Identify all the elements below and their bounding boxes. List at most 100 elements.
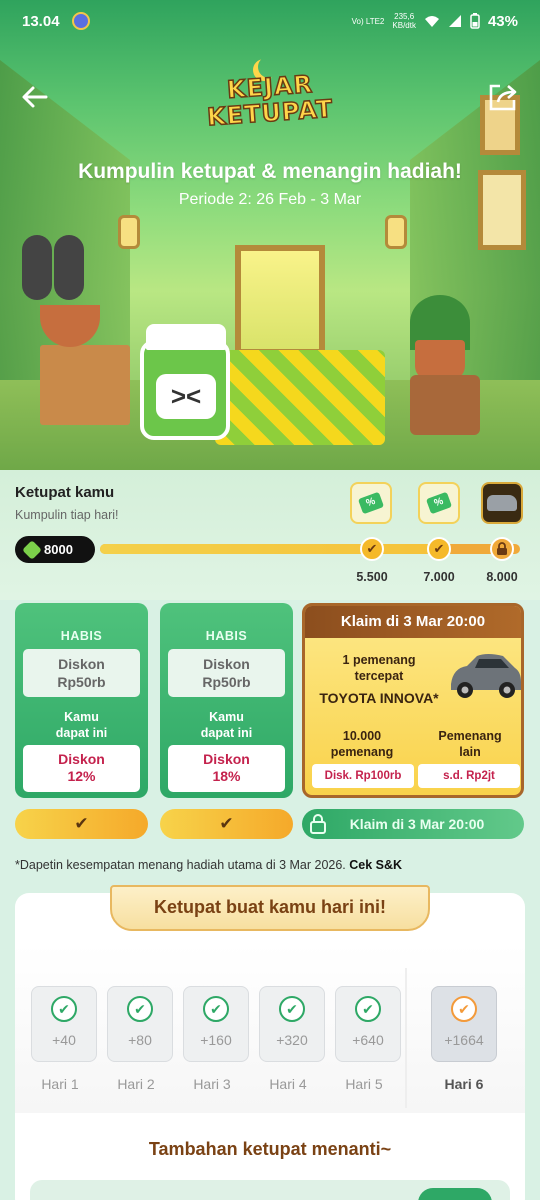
reward-card-1: HABIS Diskon Rp50rb Kamu dapat ini Disko…: [15, 603, 148, 798]
battery-percent: 43%: [487, 12, 518, 30]
ketupat-progress: Ketupat kamu Kumpulin tiap hari! % % 800…: [0, 470, 540, 600]
share-button[interactable]: [486, 80, 522, 116]
check-icon: ✔: [127, 996, 153, 1022]
ticket-original: Diskon Rp50rb: [168, 649, 285, 697]
grand-header: Klaim di 3 Mar 20:00: [305, 606, 521, 638]
status-bar: 13.04 Vo) LTE2 235,6 KB/dtk 43%: [0, 0, 540, 42]
ketupat-count: 8000: [15, 536, 95, 563]
logo-line2: KETUPAT: [205, 94, 334, 132]
kejar-ketupat-logo: KEJAR KETUPAT: [205, 62, 334, 138]
progress-subtitle: Kumpulin tiap hari!: [15, 508, 119, 522]
check-icon: ✔: [203, 996, 229, 1022]
claim-button-label: Klaim di 3 Mar 20:00: [349, 816, 485, 832]
pan-icon: [54, 235, 84, 300]
day-card-1[interactable]: ✔ +40: [31, 986, 97, 1062]
lock-icon: [490, 537, 514, 561]
reward-car-8000[interactable]: [481, 482, 523, 524]
group2-prize: s.d. Rp2jt: [418, 764, 520, 788]
ticket-original-text: Diskon Rp50rb: [202, 656, 251, 690]
day-label-1: Hari 1: [41, 1076, 79, 1092]
milestone-label-3: 8.000: [486, 570, 518, 584]
group1-title: 10.000 pemenang: [330, 729, 394, 759]
day-card-3[interactable]: ✔ +160: [183, 986, 249, 1062]
back-button[interactable]: [18, 80, 54, 116]
claimed-button-2[interactable]: ✔: [160, 809, 293, 839]
group1-prize: Disk. Rp100rb: [312, 764, 414, 788]
day-label-4: Hari 4: [269, 1076, 307, 1092]
claim-locked-button[interactable]: Klaim di 3 Mar 20:00: [302, 809, 524, 839]
day-points: +40: [52, 1032, 76, 1048]
you-got-label: Kamu dapat ini: [200, 710, 253, 740]
lantern-icon: [385, 215, 407, 249]
card-status: HABIS: [60, 629, 103, 643]
reward-card-2: HABIS Diskon Rp50rb Kamu dapat ini Disko…: [160, 603, 293, 798]
day-card-2[interactable]: ✔ +80: [107, 986, 173, 1062]
card-status: HABIS: [205, 629, 248, 643]
terms-note: *Dapetin kesempatan menang hadiah utama …: [15, 858, 402, 872]
check-icon: ✔: [451, 996, 477, 1022]
reward-voucher-7000[interactable]: %: [418, 482, 460, 524]
share-icon: [489, 84, 517, 111]
speed-value: 235,6: [394, 12, 415, 21]
day-label-3: Hari 3: [193, 1076, 231, 1092]
progress-fill: [100, 544, 436, 554]
network-label: Vo) LTE2: [351, 16, 385, 26]
terms-link[interactable]: Cek S&K: [349, 858, 402, 872]
mascot-face: ><: [156, 374, 216, 419]
window-illustration: [235, 245, 325, 355]
milestone-node-2: ✔: [427, 537, 451, 561]
period-text: Periode 2: 26 Feb - 3 Mar: [178, 191, 362, 208]
daily-title: Ketupat buat kamu hari ini!: [110, 885, 430, 931]
lantern-icon: [118, 215, 140, 249]
stool-illustration: [410, 375, 480, 435]
wifi-icon: [424, 16, 439, 27]
car-prize-name: TOYOTA INNOVA*: [319, 690, 439, 706]
day-points: +640: [352, 1032, 384, 1048]
status-icons: Vo) LTE2 235,6 KB/dtk 43%: [352, 12, 518, 30]
ketupat-count-value: 8000: [44, 542, 73, 557]
day-card-6[interactable]: ✔ +1664: [431, 986, 497, 1062]
divider: [405, 968, 407, 1108]
ticket-original-text: Diskon Rp50rb: [57, 656, 106, 690]
task-row-peek: [30, 1180, 510, 1200]
terms-text: *Dapetin kesempatan menang hadiah utama …: [15, 858, 350, 872]
day-card-5[interactable]: ✔ +640: [335, 986, 401, 1062]
daily-rewards-panel: Ketupat buat kamu hari ini! ✔ +40 ✔ +80 ✔ +…: [15, 885, 525, 1200]
milestone-node-1: ✔: [360, 537, 384, 561]
table-illustration: [215, 350, 385, 445]
check-icon: ✔: [219, 814, 234, 833]
mascot-icon: ><: [140, 324, 230, 440]
check-icon: ✔: [51, 996, 77, 1022]
plant-pot-icon: [415, 340, 465, 380]
cabinet-illustration: [40, 345, 130, 425]
check-icon: ✔: [74, 814, 89, 833]
mascot-cap: [146, 324, 226, 350]
check-icon: ✔: [279, 996, 305, 1022]
car-icon: [451, 654, 521, 698]
ticket-earned-text: Diskon 18%: [203, 751, 250, 784]
day-points: +80: [128, 1032, 152, 1048]
milestone-label-2: 7.000: [423, 570, 455, 584]
speed-unit: KB/dtk: [392, 21, 416, 30]
day-points: +1664: [444, 1032, 484, 1048]
day-points: +160: [200, 1032, 232, 1048]
milestone-label-1: 5.500: [356, 570, 388, 584]
task-button[interactable]: [418, 1188, 492, 1200]
reward-voucher-5500[interactable]: %: [350, 482, 392, 524]
hero-title: Kumpulin ketupat & menangin hadiah!: [78, 160, 462, 183]
more-ketupat-title: Tambahan ketupat menanti~: [148, 1139, 392, 1159]
fastest-winner-label: 1 pemenang tercepat: [342, 653, 416, 683]
ticket-earned: Diskon 12%: [23, 745, 140, 792]
day-card-4[interactable]: ✔ +320: [259, 986, 325, 1062]
grand-prize-card: Klaim di 3 Mar 20:00 1 pemenang tercepat…: [302, 603, 524, 798]
claimed-button-1[interactable]: ✔: [15, 809, 148, 839]
voucher-icon: %: [357, 491, 385, 515]
check-icon: ✔: [355, 996, 381, 1022]
progress-track: [100, 544, 520, 554]
clock: 13.04: [22, 12, 60, 30]
ticket-earned-text: Diskon 12%: [58, 751, 105, 784]
back-arrow-icon: [22, 86, 48, 108]
ketupat-icon: [22, 539, 42, 560]
you-got-label: Kamu dapat ini: [55, 710, 108, 740]
app-notification-icon: [71, 12, 90, 30]
